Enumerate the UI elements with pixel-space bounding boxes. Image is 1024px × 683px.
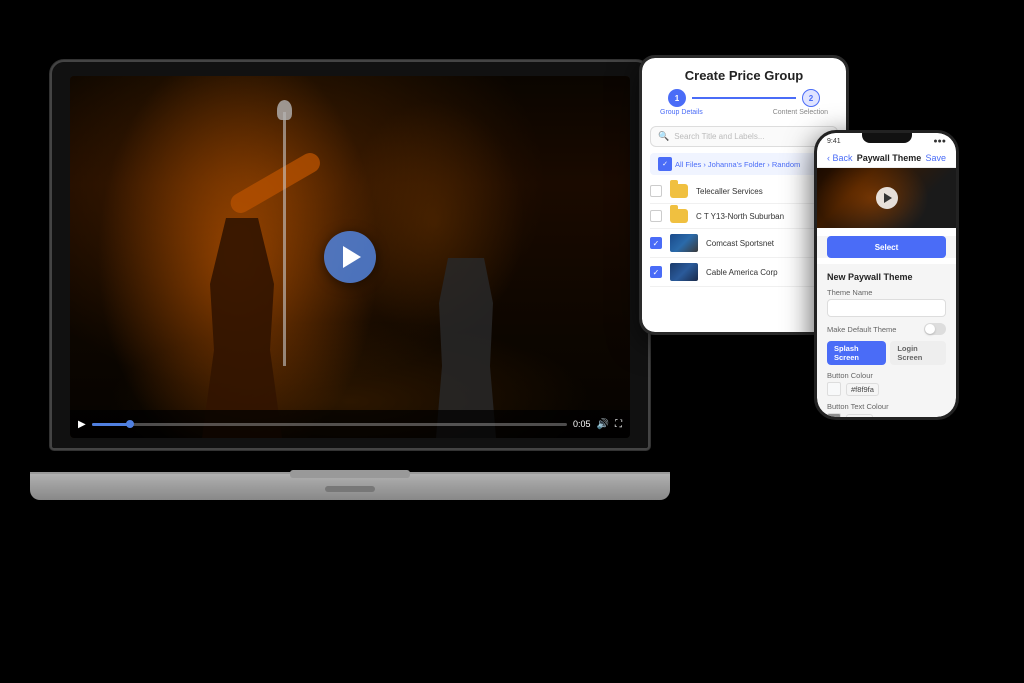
theme-name-label: Theme Name bbox=[827, 288, 946, 297]
button-color-label: Button Colour bbox=[827, 371, 946, 380]
video-thumbnail bbox=[670, 234, 698, 252]
screen-tabs: Splash Screen Login Screen bbox=[827, 341, 946, 365]
singer-arm bbox=[227, 149, 324, 216]
list-item-checkbox[interactable] bbox=[650, 185, 662, 197]
phone-screen: 9:41 ●●● ‹ Back Paywall Theme Save Selec… bbox=[817, 133, 956, 417]
guitarist-figure bbox=[426, 208, 546, 438]
time-current: 0:05 bbox=[573, 419, 591, 429]
tablet-search[interactable]: 🔍 Search Title and Labels... bbox=[650, 126, 838, 147]
laptop: ▶ 0:05 🔊 ⛶ bbox=[50, 60, 650, 500]
step-1-circle: 1 bbox=[668, 89, 686, 107]
play-icon bbox=[343, 246, 361, 268]
phone-video-thumbnail bbox=[817, 168, 956, 228]
section-title: New Paywall Theme bbox=[827, 272, 946, 282]
control-play-icon[interactable]: ▶ bbox=[78, 419, 86, 430]
theme-name-input[interactable] bbox=[827, 299, 946, 317]
microphone-head bbox=[277, 100, 292, 120]
default-theme-label: Make Default Theme bbox=[827, 325, 896, 334]
laptop-hinge bbox=[290, 470, 410, 478]
list-item: C T Y13-North Suburban bbox=[650, 204, 838, 229]
video-controls: ▶ 0:05 🔊 ⛶ bbox=[70, 410, 630, 438]
tablet-breadcrumb: ✓ All Files › Johanna's Folder › Random bbox=[650, 153, 838, 175]
button-color-value[interactable]: #f8f9fa bbox=[846, 383, 879, 396]
folder-icon bbox=[670, 184, 688, 198]
laptop-notch bbox=[325, 486, 375, 492]
video-thumbnail bbox=[670, 263, 698, 281]
singer-body bbox=[202, 218, 282, 438]
list-item-checkbox[interactable] bbox=[650, 266, 662, 278]
default-theme-row: Make Default Theme bbox=[827, 323, 946, 335]
phone-navbar: ‹ Back Paywall Theme Save bbox=[817, 147, 956, 168]
toggle-knob bbox=[925, 324, 935, 334]
tablet-title: Create Price Group bbox=[654, 68, 834, 83]
progress-bar[interactable] bbox=[92, 423, 567, 426]
tablet-stepper: 1 2 bbox=[654, 89, 834, 107]
laptop-base bbox=[30, 472, 670, 500]
fullscreen-icon[interactable]: ⛶ bbox=[615, 419, 622, 430]
microphone-stand bbox=[283, 112, 286, 365]
status-time: 9:41 bbox=[827, 138, 841, 145]
default-theme-toggle[interactable] bbox=[924, 323, 946, 335]
play-button[interactable] bbox=[324, 231, 376, 283]
step-1-label: Group Details bbox=[660, 109, 703, 116]
text-color-row: #8f8f bbox=[827, 413, 946, 417]
list-item-checkbox[interactable] bbox=[650, 237, 662, 249]
laptop-video: ▶ 0:05 🔊 ⛶ bbox=[70, 76, 630, 438]
breadcrumb-text: All Files › Johanna's Folder › Random bbox=[675, 160, 800, 169]
progress-fill bbox=[92, 423, 130, 426]
step-labels: Group Details Content Selection bbox=[654, 109, 834, 116]
step-2-circle: 2 bbox=[802, 89, 820, 107]
back-button[interactable]: ‹ Back bbox=[827, 153, 853, 163]
folder-icon bbox=[670, 209, 688, 223]
laptop-screen: ▶ 0:05 🔊 ⛶ bbox=[50, 60, 650, 450]
list-item: Cable America Corp bbox=[650, 258, 838, 287]
laptop-bezel: ▶ 0:05 🔊 ⛶ bbox=[52, 62, 648, 448]
thumb-play-icon bbox=[884, 193, 892, 203]
tablet-header: Create Price Group 1 2 Group Details Con… bbox=[642, 58, 846, 126]
text-color-swatch[interactable] bbox=[827, 413, 841, 417]
thumb-play-button[interactable] bbox=[876, 187, 898, 209]
select-button[interactable]: Select bbox=[827, 236, 946, 258]
list-item: Comcast Sportsnet bbox=[650, 229, 838, 258]
breadcrumb-check: ✓ bbox=[658, 157, 672, 171]
volume-icon[interactable]: 🔊 bbox=[597, 419, 609, 430]
status-signal: ●●● bbox=[933, 138, 946, 145]
nav-title: Paywall Theme bbox=[857, 153, 922, 163]
singer-figure bbox=[182, 158, 362, 438]
search-icon: 🔍 bbox=[658, 131, 669, 142]
tab-login-screen[interactable]: Login Screen bbox=[890, 341, 946, 365]
list-item: Telecaller Services bbox=[650, 179, 838, 204]
progress-dot bbox=[126, 420, 134, 428]
phone: 9:41 ●●● ‹ Back Paywall Theme Save Selec… bbox=[814, 130, 959, 420]
step-2-label: Content Selection bbox=[773, 109, 828, 116]
button-color-row: #f8f9fa bbox=[827, 382, 946, 396]
list-item-checkbox[interactable] bbox=[650, 210, 662, 222]
scene: ▶ 0:05 🔊 ⛶ Cre bbox=[0, 0, 1024, 683]
step-line bbox=[692, 97, 796, 99]
phone-notch bbox=[862, 133, 912, 143]
phone-content: New Paywall Theme Theme Name Make Defaul… bbox=[817, 264, 956, 417]
tab-splash-screen[interactable]: Splash Screen bbox=[827, 341, 886, 365]
button-color-swatch[interactable] bbox=[827, 382, 841, 396]
text-color-value[interactable]: #8f8f bbox=[846, 414, 873, 418]
text-color-label: Button Text Colour bbox=[827, 402, 946, 411]
search-placeholder-text: Search Title and Labels... bbox=[674, 132, 764, 141]
save-button[interactable]: Save bbox=[925, 153, 946, 163]
select-button-label: Select bbox=[875, 243, 899, 252]
